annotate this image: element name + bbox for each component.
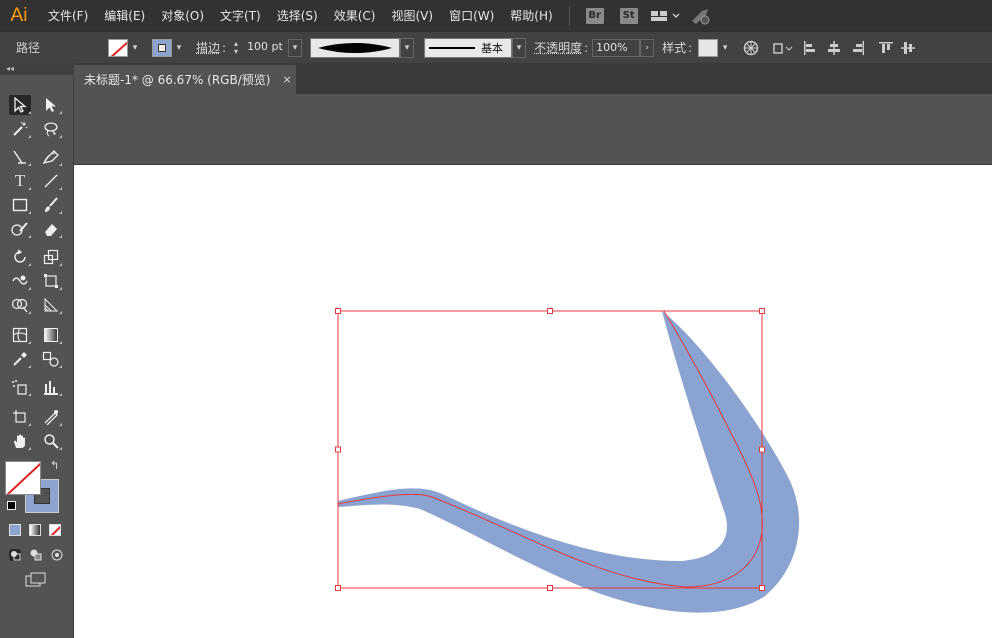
app-logo: Ai xyxy=(10,4,28,26)
opacity-colon: : xyxy=(584,40,589,55)
blend-tool-icon[interactable] xyxy=(40,349,62,369)
shaper-tool-icon[interactable] xyxy=(9,219,31,239)
chevron-down-icon[interactable]: ▾ xyxy=(288,38,303,57)
chevron-down-icon[interactable]: ▾ xyxy=(718,39,732,57)
recolor-artwork-icon[interactable] xyxy=(738,38,764,58)
chevron-down-icon[interactable]: ▾ xyxy=(400,37,415,58)
none-mode-button[interactable] xyxy=(49,524,61,536)
bridge-button[interactable]: Br xyxy=(585,7,604,24)
stroke-label[interactable]: 描边 xyxy=(196,39,220,56)
menu-help[interactable]: 帮助(H) xyxy=(502,7,560,24)
align-horizontal-center-icon[interactable] xyxy=(822,38,846,58)
chevron-down-icon[interactable]: ▾ xyxy=(512,37,527,58)
arrange-documents-icon[interactable] xyxy=(646,6,686,26)
brush-basic-label: 基本 xyxy=(481,41,504,55)
menu-edit[interactable]: 编辑(E) xyxy=(96,7,153,24)
align-to-icon[interactable] xyxy=(768,38,798,58)
shape-builder-tool-icon[interactable] xyxy=(9,295,31,315)
stroke-swatch[interactable] xyxy=(152,38,172,57)
toolbox-collapse-icon[interactable]: ◂◂ xyxy=(0,63,73,75)
screen-mode-icon[interactable] xyxy=(23,571,49,589)
artboard-tool-icon[interactable] xyxy=(9,407,31,427)
toolbox: ◂◂ T ↰ xyxy=(0,63,74,638)
menu-view[interactable]: 视图(V) xyxy=(383,7,441,24)
eraser-tool-icon[interactable] xyxy=(40,219,62,239)
free-transform-tool-icon[interactable] xyxy=(40,271,62,291)
align-left-icon[interactable] xyxy=(798,38,822,58)
hand-tool-icon[interactable] xyxy=(9,431,31,451)
fill-color-box[interactable] xyxy=(5,461,41,495)
color-mode-button[interactable] xyxy=(9,524,21,536)
graphic-style-swatch[interactable] xyxy=(698,38,719,57)
menu-separator xyxy=(568,5,570,26)
default-fill-stroke-icon[interactable] xyxy=(7,501,16,510)
selection-type-label: 路径 xyxy=(16,41,41,55)
line-segment-tool-icon[interactable] xyxy=(40,171,62,191)
variable-width-profile[interactable] xyxy=(310,37,401,58)
opacity-field[interactable]: 100% xyxy=(592,38,641,57)
scale-tool-icon[interactable] xyxy=(40,247,62,267)
menu-bar: Ai 文件(F) 编辑(E) 对象(O) 文字(T) 选择(S) 效果(C) 视… xyxy=(0,0,992,31)
stock-button[interactable]: St xyxy=(619,7,638,24)
paintbrush-tool-icon[interactable] xyxy=(40,195,62,215)
style-label: 样式 xyxy=(662,41,687,55)
draw-inside-icon[interactable] xyxy=(49,547,65,563)
type-tool-icon[interactable]: T xyxy=(9,171,31,191)
gradient-tool-icon[interactable] xyxy=(40,325,62,345)
chevron-down-icon[interactable]: ▾ xyxy=(172,39,186,57)
pasteboard xyxy=(74,94,992,164)
column-graph-tool-icon[interactable] xyxy=(40,377,62,397)
menu-type[interactable]: 文字(T) xyxy=(212,7,269,24)
curvature-pen-icon[interactable] xyxy=(40,147,62,167)
align-top-icon[interactable] xyxy=(874,38,898,58)
document-tab[interactable]: 未标题-1* @ 66.67% (RGB/预览) × xyxy=(74,65,296,94)
gradient-mode-button[interactable] xyxy=(29,524,41,536)
draw-behind-icon[interactable] xyxy=(28,547,44,563)
stroke-colon: : xyxy=(222,40,227,55)
eyedropper-tool-icon[interactable] xyxy=(9,349,31,369)
pen-tool-icon[interactable] xyxy=(9,147,31,167)
opacity-label[interactable]: 不透明度 xyxy=(534,39,582,56)
draw-normal-icon[interactable] xyxy=(7,547,23,563)
mesh-tool-icon[interactable] xyxy=(9,325,31,345)
magic-wand-tool-icon[interactable] xyxy=(9,119,31,139)
perspective-grid-tool-icon[interactable] xyxy=(40,295,62,315)
selection-tool-icon[interactable] xyxy=(9,95,31,115)
stepper-icon[interactable]: ▴ ▾ xyxy=(230,38,242,58)
align-right-icon[interactable] xyxy=(846,38,870,58)
control-bar: 路径 ▾ ▾ 描边 : ▴ ▾ 100 pt ▾ ▾ 基本 ▾ 不透明度 : 10… xyxy=(0,31,992,63)
rectangle-tool-icon[interactable] xyxy=(9,195,31,215)
align-vertical-center-icon[interactable] xyxy=(898,38,918,58)
menu-window[interactable]: 窗口(W) xyxy=(441,7,502,24)
artwork[interactable] xyxy=(74,165,992,638)
close-icon[interactable]: × xyxy=(282,73,291,86)
zoom-tool-icon[interactable] xyxy=(40,431,62,451)
lasso-tool-icon[interactable] xyxy=(40,119,62,139)
slice-tool-icon[interactable] xyxy=(40,407,62,427)
direct-selection-tool-icon[interactable] xyxy=(40,95,62,115)
warp-tool-icon[interactable] xyxy=(9,271,31,291)
menu-file[interactable]: 文件(F) xyxy=(40,7,96,24)
menu-object[interactable]: 对象(O) xyxy=(153,7,212,24)
artboard[interactable] xyxy=(74,164,992,638)
rotate-tool-icon[interactable] xyxy=(9,247,31,267)
main-menu: 文件(F) 编辑(E) 对象(O) 文字(T) 选择(S) 效果(C) 视图(V… xyxy=(40,7,561,24)
swap-fill-stroke-icon[interactable]: ↰ xyxy=(50,459,59,472)
menu-select[interactable]: 选择(S) xyxy=(269,7,326,24)
boomerang-shape xyxy=(338,311,800,613)
symbol-sprayer-tool-icon[interactable] xyxy=(9,377,31,397)
chevron-right-icon[interactable]: › xyxy=(640,38,655,57)
menu-effect[interactable]: 效果(C) xyxy=(326,7,384,24)
document-tab-bar: 未标题-1* @ 66.67% (RGB/预览) × xyxy=(74,63,992,94)
fill-swatch[interactable] xyxy=(108,38,128,57)
stroke-weight-field[interactable]: 100 pt xyxy=(244,38,289,57)
fill-stroke-widget[interactable]: ↰ xyxy=(5,459,63,515)
chevron-down-icon[interactable]: ▾ xyxy=(128,39,142,57)
style-colon: : xyxy=(688,40,693,55)
gpu-performance-icon[interactable] xyxy=(686,6,716,26)
brush-definition[interactable]: 基本 xyxy=(424,37,513,58)
document-tab-title: 未标题-1* @ 66.67% (RGB/预览) xyxy=(84,73,271,87)
